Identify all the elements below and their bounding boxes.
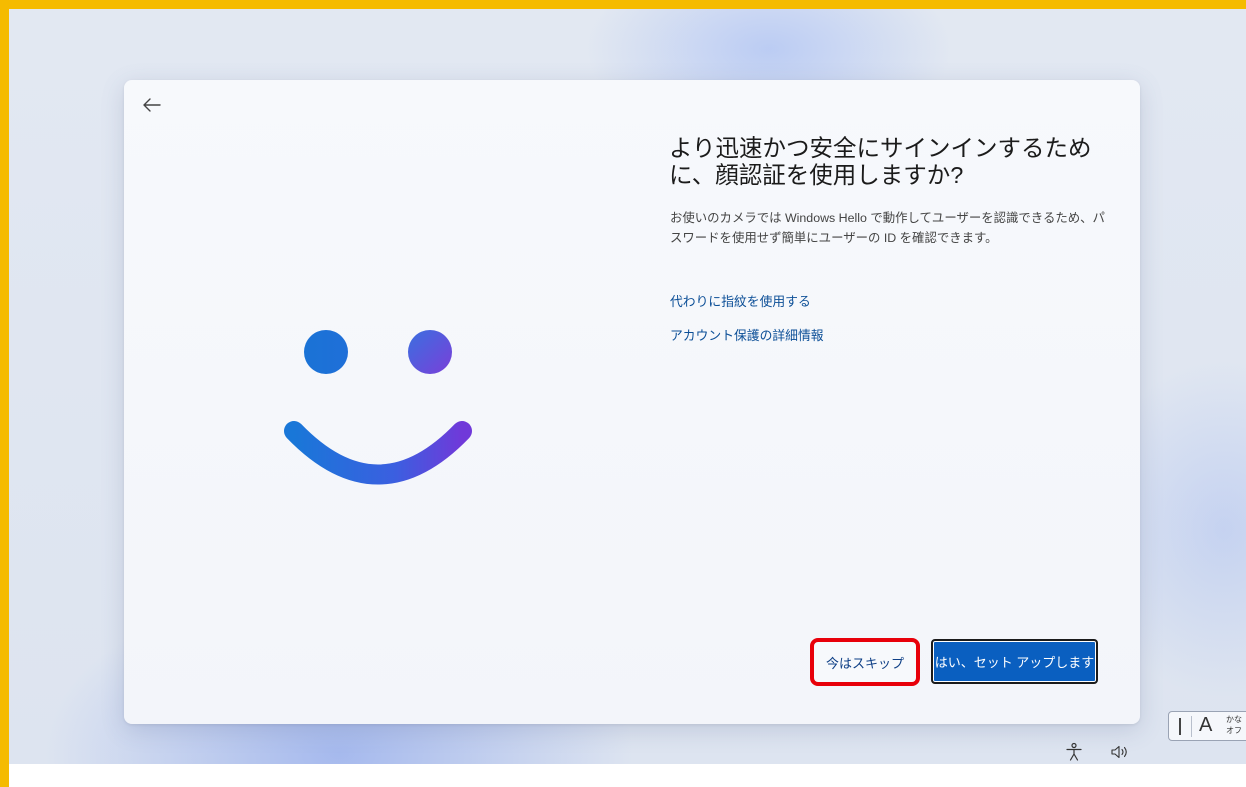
ime-mode-label: A (1199, 714, 1213, 736)
accessibility-icon[interactable] (1064, 742, 1084, 762)
volume-icon[interactable] (1110, 744, 1130, 760)
windows-hello-face-illustration (284, 330, 472, 485)
back-button[interactable] (141, 92, 163, 118)
yes-set-up-button[interactable]: はい、セット アップします (931, 639, 1098, 684)
ime-separator (1191, 716, 1192, 737)
page-title: より迅速かつ安全にサインインするために、顔認証を使用しますか? (669, 135, 1092, 188)
page-description: お使いのカメラでは Windows Hello で動作してユーザーを認識できるた… (670, 211, 1105, 245)
back-arrow-icon (143, 98, 161, 112)
text-cursor-icon (1179, 718, 1181, 735)
account-protection-info-link[interactable]: アカウント保護の詳細情報 (670, 325, 824, 344)
left-eye (304, 330, 348, 374)
smile (284, 421, 472, 485)
skip-for-now-button[interactable]: 今はスキップ (810, 638, 920, 686)
ime-kana-status: かな オフ (1226, 715, 1242, 735)
right-eye (408, 330, 452, 374)
ime-indicator[interactable]: A かな オフ (1168, 711, 1246, 741)
use-fingerprint-link[interactable]: 代わりに指紋を使用する (670, 291, 811, 310)
